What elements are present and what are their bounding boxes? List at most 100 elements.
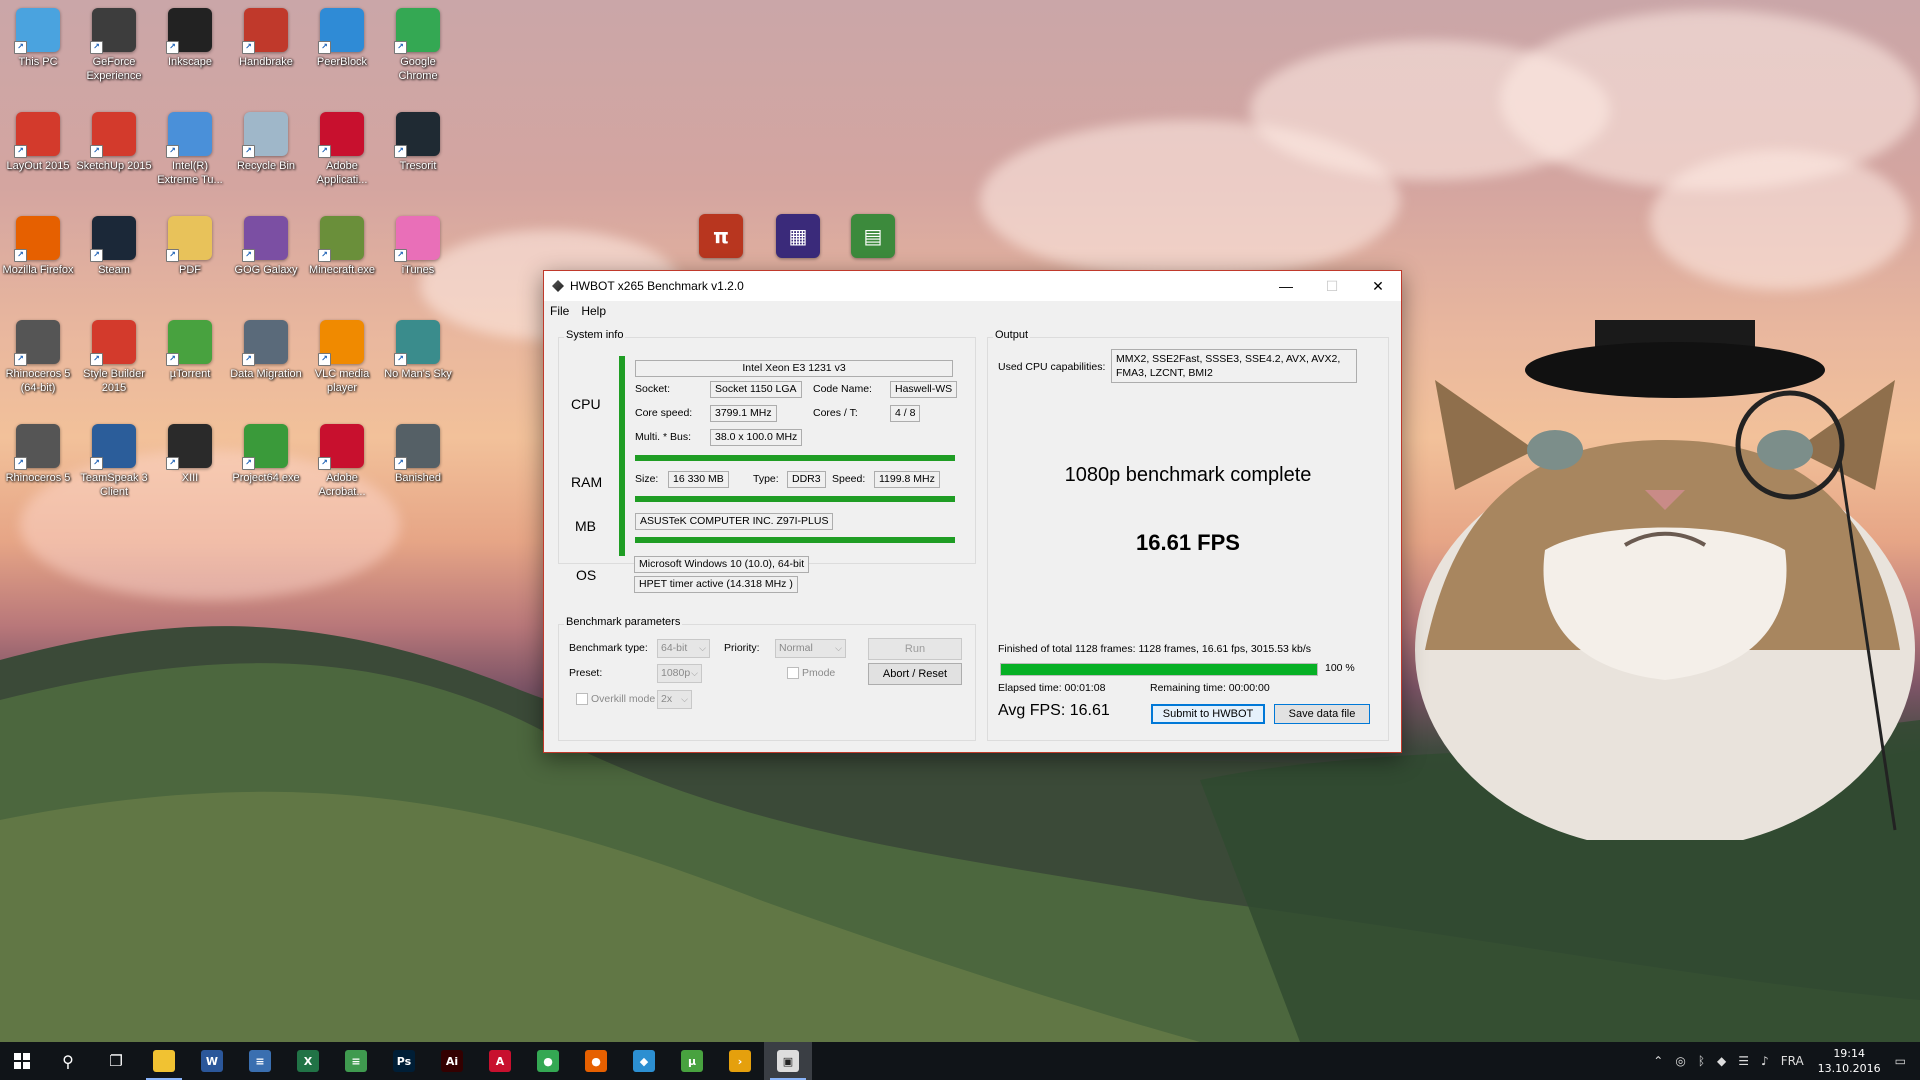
- desktop-shortcut[interactable]: ↗ Minecraft.exe: [304, 216, 380, 277]
- utorrent-icon: µ: [681, 1050, 703, 1072]
- desktop-shortcut[interactable]: ↗ Google Chrome: [380, 8, 456, 83]
- benchmark-type-select[interactable]: 64-bit ⌵: [657, 639, 710, 658]
- excel-icon: X: [297, 1050, 319, 1072]
- taskbar-apps: W ≡ X ≡ Ps Ai A ● ● ◆ µ › ▣: [140, 1042, 812, 1080]
- desktop-shortcut[interactable]: ↗ Banished: [380, 424, 456, 485]
- bluetooth-icon[interactable]: ᛒ: [1698, 1054, 1705, 1068]
- clock[interactable]: 19:14 13.10.2016: [1818, 1046, 1881, 1076]
- window-titlebar[interactable]: HWBOT x265 Benchmark v1.2.0 — ☐ ✕: [544, 271, 1401, 301]
- tool-icon[interactable]: ▤: [835, 214, 911, 258]
- search-button[interactable]: ⚲: [44, 1042, 92, 1080]
- desktop-shortcut[interactable]: ↗ GeForce Experience: [76, 8, 152, 83]
- shortcut-arrow-icon: ↗: [90, 145, 103, 158]
- taskbar-app-button[interactable]: Ai: [428, 1042, 476, 1080]
- desktop-shortcut-label: Recycle Bin: [236, 160, 296, 172]
- desktop-shortcut[interactable]: ↗ SketchUp 2015: [76, 112, 152, 173]
- notifications-icon[interactable]: ▭: [1895, 1054, 1906, 1068]
- run-button[interactable]: Run: [868, 638, 962, 660]
- preset-select[interactable]: 1080p ⌵: [657, 664, 702, 683]
- close-button[interactable]: ✕: [1355, 271, 1401, 301]
- taskbar-app-button[interactable]: ●: [524, 1042, 572, 1080]
- acrobat-icon: ↗: [318, 424, 364, 470]
- start-button[interactable]: [0, 1042, 44, 1080]
- desktop-shortcut[interactable]: ↗ Inkscape: [152, 8, 228, 69]
- pmode-checkbox[interactable]: [787, 667, 799, 679]
- network-status-icon[interactable]: ◎: [1675, 1054, 1685, 1068]
- window-title: HWBOT x265 Benchmark v1.2.0: [570, 279, 744, 293]
- submit-hwbot-button[interactable]: Submit to HWBOT: [1151, 704, 1265, 724]
- xiii-icon: ↗: [166, 424, 212, 470]
- maximize-button[interactable]: ☐: [1309, 271, 1355, 301]
- desktop-shortcut[interactable]: ↗ Project64.exe: [228, 424, 304, 485]
- taskbar-app-button[interactable]: ›: [716, 1042, 764, 1080]
- desktop-shortcut[interactable]: ↗ No Man's Sky: [380, 320, 456, 381]
- tray-app-icon[interactable]: ◆: [1717, 1054, 1726, 1068]
- priority-select[interactable]: Normal ⌵: [775, 639, 846, 658]
- taskbar-app-button[interactable]: W: [188, 1042, 236, 1080]
- taskbar-app-button[interactable]: Ps: [380, 1042, 428, 1080]
- menu-help[interactable]: Help: [575, 304, 612, 318]
- taskbar-app-button[interactable]: A: [476, 1042, 524, 1080]
- gog-icon: ↗: [242, 216, 288, 262]
- taskbar-app-button[interactable]: ≡: [236, 1042, 284, 1080]
- desktop-shortcut[interactable]: ↗ Style Builder 2015: [76, 320, 152, 395]
- desktop-shortcut[interactable]: ↗ Intel(R) Extreme Tu...: [152, 112, 228, 187]
- wifi-icon[interactable]: ☰: [1738, 1054, 1749, 1068]
- desktop-shortcut[interactable]: ↗ Data Migration: [228, 320, 304, 381]
- benchmark-icon: ▣: [777, 1050, 799, 1072]
- overkill-checkbox[interactable]: [576, 693, 588, 705]
- desktop-shortcut[interactable]: ↗ PeerBlock: [304, 8, 380, 69]
- taskbar: ⚲ ❐ W ≡ X ≡ Ps Ai A ● ● ◆ µ › ▣ ⌃ ◎ ᛒ ◆ ☰ ♪ FRA 19:1…: [0, 1042, 1920, 1080]
- volume-icon[interactable]: ♪: [1761, 1054, 1769, 1068]
- cpu-section-bar: [635, 455, 955, 461]
- desktop-shortcut-label: This PC: [18, 56, 58, 68]
- desktop-shortcut[interactable]: ↗ PDF: [152, 216, 228, 277]
- cpuz-icon[interactable]: ▦: [760, 214, 836, 258]
- shortcut-arrow-icon: ↗: [14, 41, 27, 54]
- desktop-shortcut[interactable]: ↗ Steam: [76, 216, 152, 277]
- desktop-shortcut[interactable]: ↗ GOG Galaxy: [228, 216, 304, 277]
- abort-reset-button[interactable]: Abort / Reset: [868, 663, 962, 685]
- taskbar-app-button[interactable]: ●: [572, 1042, 620, 1080]
- superpi-icon[interactable]: π: [683, 214, 759, 258]
- desktop-shortcut[interactable]: ↗ VLC media player: [304, 320, 380, 395]
- word-icon: W: [201, 1050, 223, 1072]
- desktop-shortcut-label: PeerBlock: [316, 56, 368, 68]
- overkill-select[interactable]: 2x ⌵: [657, 690, 692, 709]
- taskbar-app-button[interactable]: ◆: [620, 1042, 668, 1080]
- data-migration-icon: ↗: [242, 320, 288, 366]
- taskbar-app-button[interactable]: ▣: [764, 1042, 812, 1080]
- chevron-up-icon[interactable]: ⌃: [1653, 1054, 1663, 1068]
- desktop-shortcut[interactable]: ↗ Adobe Applicati...: [304, 112, 380, 187]
- menu-file[interactable]: File: [544, 304, 575, 318]
- shortcut-arrow-icon: ↗: [14, 457, 27, 470]
- desktop-shortcut[interactable]: ↗ Rhinoceros 5: [0, 424, 76, 485]
- taskbar-app-button[interactable]: µ: [668, 1042, 716, 1080]
- desktop-shortcut[interactable]: ↗ Mozilla Firefox: [0, 216, 76, 277]
- taskbar-app-button[interactable]: ≡: [332, 1042, 380, 1080]
- desktop-shortcut[interactable]: ↗ Tresorit: [380, 112, 456, 173]
- desktop-shortcut[interactable]: ↗ Rhinoceros 5 (64-bit): [0, 320, 76, 395]
- desktop-shortcut[interactable]: ↗ XIII: [152, 424, 228, 485]
- minimize-button[interactable]: —: [1263, 271, 1309, 301]
- desktop-shortcut[interactable]: ↗ Handbrake: [228, 8, 304, 69]
- taskbar-app-button[interactable]: X: [284, 1042, 332, 1080]
- desktop-shortcut[interactable]: ↗ Adobe Acrobat...: [304, 424, 380, 499]
- cpu-caps-value: MMX2, SSE2Fast, SSSE3, SSE4.2, AVX, AVX2…: [1111, 349, 1357, 383]
- shortcut-arrow-icon: ↗: [394, 457, 407, 470]
- desktop-shortcut[interactable]: ↗ LayOut 2015: [0, 112, 76, 173]
- language-indicator[interactable]: FRA: [1781, 1054, 1804, 1068]
- intel-xtu-icon: ↗: [166, 112, 212, 158]
- ram-speed-value: 1199.8 MHz: [874, 471, 940, 488]
- task-view-button[interactable]: ❐: [92, 1042, 140, 1080]
- desktop-shortcut[interactable]: ↗ This PC: [0, 8, 76, 69]
- desktop-shortcut[interactable]: ↗ TeamSpeak 3 Client: [76, 424, 152, 499]
- save-data-button[interactable]: Save data file: [1274, 704, 1370, 724]
- desktop-shortcut[interactable]: ↗ iTunes: [380, 216, 456, 277]
- desktop-shortcut[interactable]: ↗ µTorrent: [152, 320, 228, 381]
- desktop-shortcut-label: iTunes: [401, 264, 435, 276]
- desktop-shortcut[interactable]: ↗ Recycle Bin: [228, 112, 304, 173]
- ram-size-value: 16 330 MB: [668, 471, 729, 488]
- shortcut-arrow-icon: ↗: [318, 353, 331, 366]
- taskbar-app-button[interactable]: [140, 1042, 188, 1080]
